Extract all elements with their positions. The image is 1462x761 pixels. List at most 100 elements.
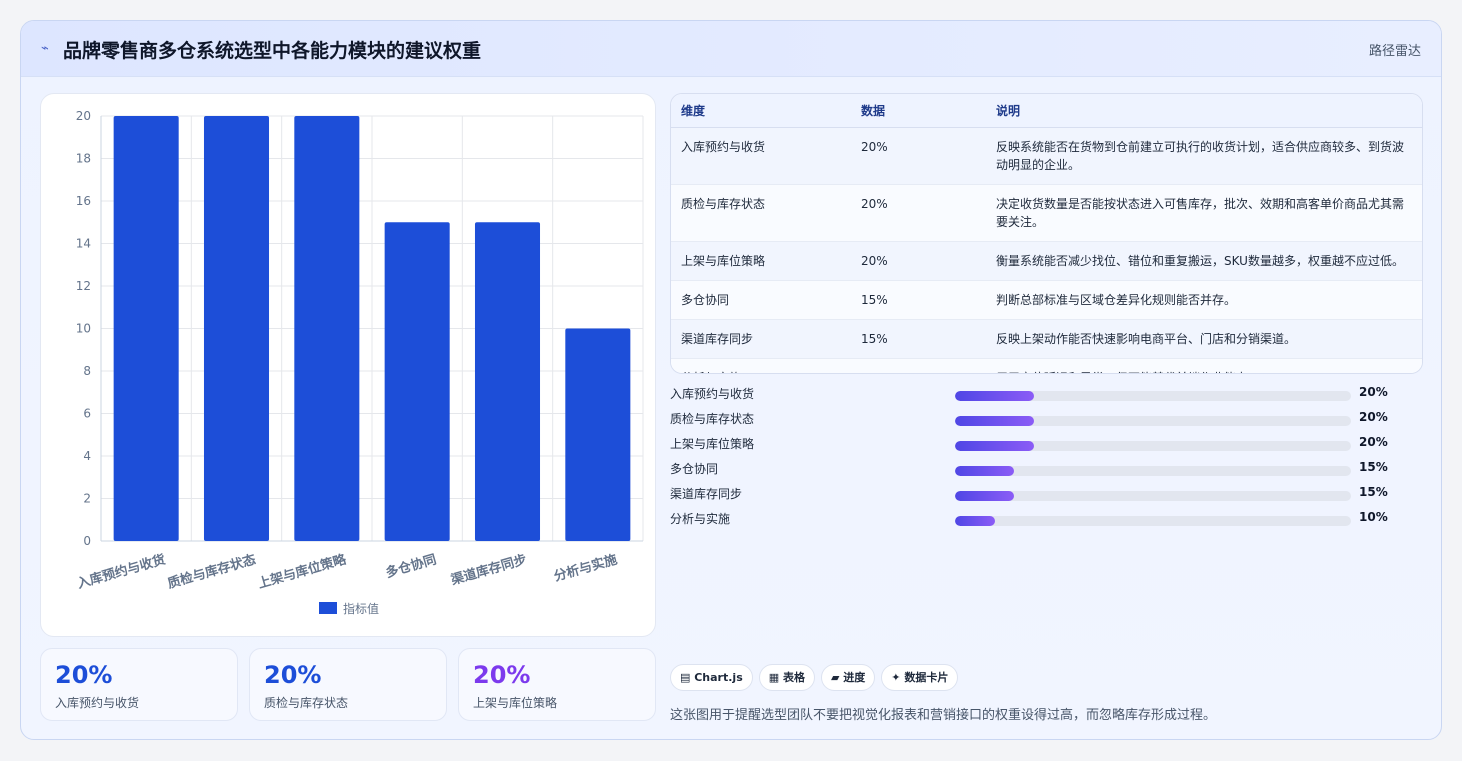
- y-tick-label: 16: [76, 194, 91, 208]
- y-tick-label: 10: [76, 322, 91, 336]
- progress-label: 多仓协同: [670, 462, 719, 476]
- chip-3[interactable]: ✦ 数据卡片: [881, 664, 959, 691]
- bar: [203, 116, 270, 541]
- legend-swatch: [319, 602, 337, 614]
- x-tick-label: 入库预约与收货: [75, 551, 167, 591]
- progress-track: [955, 516, 1351, 526]
- chip-2[interactable]: ▰ 进度: [820, 664, 876, 691]
- table-cell: 15%: [851, 319, 986, 359]
- kpi-label: 质检与库存状态: [264, 696, 349, 710]
- bar: [474, 222, 541, 541]
- y-tick-label: 6: [83, 407, 91, 421]
- x-tick-label: 分析与实施: [552, 551, 619, 584]
- progress-track: [955, 441, 1351, 451]
- progress-label: 渠道库存同步: [670, 487, 743, 501]
- progress-track: [955, 416, 1351, 426]
- progress-fill: [955, 491, 1015, 501]
- x-tick-label: 上架与库位策略: [256, 551, 349, 592]
- progress-value: 20%: [1359, 410, 1388, 424]
- table-cell: 20%: [851, 127, 986, 185]
- x-tick-label: 质检与库存状态: [166, 551, 258, 591]
- chart-icon: ▤: [680, 671, 695, 684]
- y-tick-label: 2: [83, 492, 91, 506]
- table-cell: 反映上架动作能否快速影响电商平台、门店和分销渠道。: [986, 319, 1422, 359]
- header-tag: 路径雷达: [1368, 44, 1421, 59]
- progress-icon: ▰: [830, 671, 844, 684]
- table-row: 入库预约与收货 20% 反映系统能否在货物到仓前建立可执行的收货计划，适合供应商…: [671, 127, 1422, 185]
- tool-chips: ▤ Chart.js ▦ 表格 ▰ 进度 ✦ 数据卡片: [670, 664, 964, 691]
- chip-label: 数据卡片: [904, 671, 949, 684]
- y-tick-label: 14: [76, 237, 91, 251]
- progress-fill: [955, 516, 995, 526]
- table-row: 渠道库存同步 15% 反映上架动作能否快速影响电商平台、门店和分销渠道。: [671, 319, 1422, 359]
- table-cell: 决定收货数量是否能按状态进入可售库存，批次、效期和高客单价商品尤其需要关注。: [986, 184, 1422, 242]
- table-cell: 20%: [851, 184, 986, 242]
- progress-label: 质检与库存状态: [670, 412, 755, 426]
- table-cell: 衡量系统能否减少找位、错位和重复搬运，SKU数量越多，权重越不应过低。: [986, 241, 1422, 281]
- y-tick-label: 0: [83, 534, 91, 548]
- bar-chart-panel: 0 2 4 6 8 10 12 14 16 18 20 入库预约与收货 质检与库存状态 上架与库位策略 多仓…: [40, 93, 656, 637]
- header-bar: ⌁ 品牌零售商多仓系统选型中各能力模块的建议权重 路径雷达: [21, 21, 1441, 77]
- bar: [113, 116, 179, 541]
- progress-value: 15%: [1359, 485, 1388, 499]
- footnote: 这张图用于提醒选型团队不要把视觉化报表和营销接口的权重设得过高，而忽略库存形成过…: [670, 708, 1217, 723]
- progress-row: 上架与库位策略 20%: [670, 433, 1423, 458]
- table-cell: 上架与库位策略: [671, 241, 851, 281]
- progress-fill: [955, 391, 1035, 401]
- table-cell: 入库预约与收货: [671, 127, 851, 185]
- table-icon: ▦: [768, 671, 783, 684]
- bar: [565, 328, 631, 541]
- kpi-value: 20%: [473, 661, 531, 689]
- progress-row: 质检与库存状态 20%: [670, 408, 1423, 433]
- progress-fill: [955, 416, 1035, 426]
- table-cell: 渠道库存同步: [671, 319, 851, 359]
- kpi-card: 20% 质检与库存状态: [249, 648, 447, 721]
- progress-list: 入库预约与收货 20% 质检与库存状态 20% 上架与库位策略 20% 多仓协同 15% 渠道库…: [670, 383, 1423, 533]
- progress-row: 分析与实施 10%: [670, 508, 1423, 533]
- chip-label: 进度: [843, 671, 866, 684]
- y-tick-label: 18: [76, 152, 91, 166]
- progress-value: 10%: [1359, 510, 1388, 524]
- progress-track: [955, 391, 1351, 401]
- table-cell: 分析与实施: [671, 358, 851, 373]
- progress-value: 20%: [1359, 385, 1388, 399]
- table-cell: 用于定位延迟和异常，但不能替代前端作业能力。: [986, 358, 1422, 373]
- table-row: 上架与库位策略 20% 衡量系统能否减少找位、错位和重复搬运，SKU数量越多，权…: [671, 241, 1422, 281]
- progress-fill: [955, 441, 1035, 451]
- chip-1[interactable]: ▦ 表格: [758, 664, 815, 691]
- table-cell: 判断总部标准与区域仓差异化规则能否并存。: [986, 280, 1422, 320]
- x-tick-label: 多仓协同: [384, 551, 438, 581]
- kpi-label: 入库预约与收货: [55, 696, 140, 710]
- progress-value: 20%: [1359, 435, 1388, 449]
- pulse-icon: ⌁: [41, 41, 49, 56]
- column-header: 说明: [986, 94, 1422, 128]
- y-tick-label: 8: [83, 364, 91, 378]
- bar: [384, 222, 450, 541]
- progress-label: 入库预约与收货: [670, 387, 755, 401]
- progress-label: 分析与实施: [670, 512, 731, 526]
- progress-fill: [955, 466, 1015, 476]
- chip-label: 表格: [782, 671, 805, 684]
- kpi-value: 20%: [55, 661, 113, 689]
- y-tick-label: 12: [76, 279, 91, 293]
- table-cell: 15%: [851, 280, 986, 320]
- page-title: 品牌零售商多仓系统选型中各能力模块的建议权重: [63, 40, 482, 62]
- data-table: 维度 数据 说明 入库预约与收货 20% 反映系统能否在货物到仓前建立可执行的收…: [670, 93, 1423, 374]
- chip-0[interactable]: ▤ Chart.js: [670, 664, 753, 691]
- legend-label: 指标值: [343, 601, 379, 616]
- column-header: 数据: [851, 94, 986, 128]
- progress-label: 上架与库位策略: [670, 437, 755, 451]
- progress-row: 多仓协同 15%: [670, 458, 1423, 483]
- chip-label: Chart.js: [694, 671, 743, 684]
- table-cell: 质检与库存状态: [671, 184, 851, 242]
- progress-track: [955, 491, 1351, 501]
- progress-row: 渠道库存同步 15%: [670, 483, 1423, 508]
- progress-row: 入库预约与收货 20%: [670, 383, 1423, 408]
- bar-chart: 0 2 4 6 8 10 12 14 16 18 20 入库预约与收货质检与库存状态上架与库位策略 多仓…: [75, 109, 644, 616]
- table-cell: 10%: [851, 358, 986, 373]
- sparkle-icon: ✦: [891, 671, 905, 684]
- table-cell: 反映系统能否在货物到仓前建立可执行的收货计划，适合供应商较多、到货波动明显的企业…: [986, 127, 1422, 185]
- table-row: 质检与库存状态 20% 决定收货数量是否能按状态进入可售库存，批次、效期和高客单…: [671, 184, 1422, 242]
- y-tick-label: 20: [76, 109, 91, 123]
- table-cell: 20%: [851, 241, 986, 281]
